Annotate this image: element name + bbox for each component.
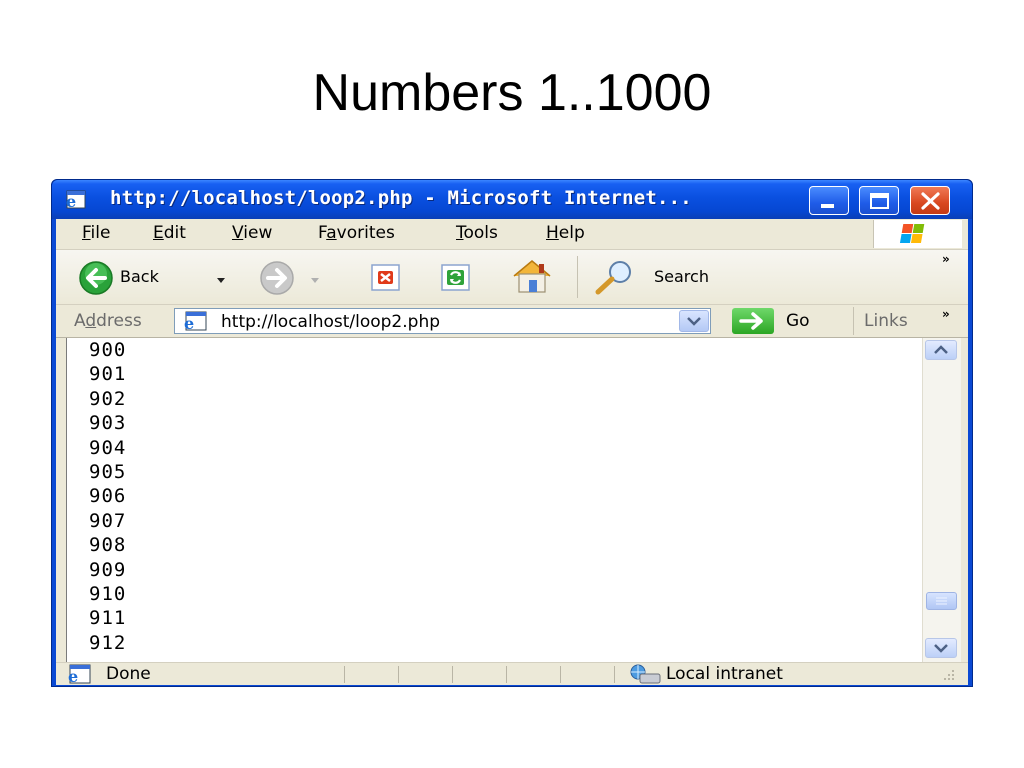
menu-file[interactable]: File <box>82 223 110 243</box>
menu-favorites[interactable]: Favorites <box>318 223 395 243</box>
window-title: http://localhost/loop2.php - Microsoft I… <box>110 187 692 209</box>
standard-toolbar: Back Search » <box>56 250 968 305</box>
address-dropdown-button[interactable] <box>679 310 709 332</box>
back-button[interactable]: Back <box>120 267 159 286</box>
status-pane-divider <box>560 666 561 683</box>
list-item: 912 <box>89 631 127 654</box>
scroll-down-button[interactable] <box>925 638 957 658</box>
back-icon[interactable] <box>78 260 114 301</box>
list-item: 904 <box>89 436 127 459</box>
status-pane-divider <box>344 666 345 683</box>
svg-text:e: e <box>68 667 78 685</box>
status-pane-divider <box>506 666 507 683</box>
maximize-button[interactable] <box>859 186 899 215</box>
go-arrow-icon <box>739 312 763 330</box>
list-item: 906 <box>89 485 127 508</box>
home-icon[interactable] <box>508 256 556 301</box>
list-item: 910 <box>89 582 127 605</box>
back-dropdown-icon[interactable] <box>216 272 226 290</box>
list-item: 905 <box>89 460 127 483</box>
number-list: 900 901 902 903 904 905 906 907 908 909 … <box>89 338 126 655</box>
svg-text:e: e <box>184 314 194 332</box>
chevron-down-icon <box>687 317 701 326</box>
list-item: 903 <box>89 412 127 435</box>
list-item: 900 <box>89 339 127 361</box>
address-input[interactable]: e http://localhost/loop2.php <box>174 308 711 334</box>
menu-help[interactable]: Help <box>546 223 585 243</box>
scroll-thumb[interactable] <box>926 592 957 610</box>
address-bar: Address e http://localhost/loop2.php Go <box>56 305 968 338</box>
menu-bar: File Edit View Favorites Tools Help <box>56 219 968 250</box>
page-icon: e <box>180 310 210 337</box>
refresh-icon[interactable] <box>440 262 472 299</box>
resize-grip-icon[interactable] <box>940 667 956 688</box>
links-overflow-icon[interactable]: » <box>942 307 950 321</box>
links-button[interactable]: Links <box>864 311 908 331</box>
title-bar[interactable]: e http://localhost/loop2.php - Microsoft… <box>52 180 972 219</box>
browser-window: e http://localhost/loop2.php - Microsoft… <box>51 179 973 687</box>
toolbar-separator <box>577 256 578 298</box>
chevron-up-icon <box>934 345 948 354</box>
address-url: http://localhost/loop2.php <box>221 312 441 332</box>
minimize-button[interactable] <box>809 186 849 215</box>
vertical-scrollbar[interactable] <box>922 338 961 662</box>
search-icon[interactable] <box>592 258 636 303</box>
forward-dropdown-icon[interactable] <box>310 272 320 290</box>
go-arrow-button[interactable] <box>732 308 774 334</box>
list-item: 911 <box>89 607 127 630</box>
list-item: 908 <box>89 534 127 557</box>
local-intranet-icon <box>626 663 662 690</box>
menu-tools[interactable]: Tools <box>456 223 498 243</box>
minimize-icon <box>821 204 834 208</box>
stop-icon[interactable] <box>370 262 402 299</box>
browser-client: File Edit View Favorites Tools Help Back… <box>56 219 968 688</box>
address-separator <box>853 307 854 335</box>
forward-icon[interactable] <box>259 260 295 301</box>
windows-logo <box>873 220 962 248</box>
slide-title: Numbers 1..1000 <box>312 64 712 122</box>
list-item: 902 <box>89 387 127 410</box>
status-bar: e Done Local intranet <box>56 662 968 688</box>
status-pane-divider <box>614 666 615 683</box>
go-button[interactable]: Go <box>786 311 810 331</box>
list-item: 901 <box>89 363 127 386</box>
security-zone: Local intranet <box>666 664 783 684</box>
status-pane-divider <box>452 666 453 683</box>
close-button[interactable] <box>910 186 950 215</box>
page-done-icon: e <box>64 663 94 690</box>
chevron-down-icon <box>934 644 948 653</box>
scroll-up-button[interactable] <box>925 340 957 360</box>
toolbar-overflow-icon[interactable]: » <box>942 252 950 266</box>
page-content: 900 901 902 903 904 905 906 907 908 909 … <box>66 338 923 662</box>
maximize-icon <box>870 193 889 209</box>
status-pane-divider <box>398 666 399 683</box>
close-icon <box>921 192 940 210</box>
grip-icon <box>936 597 947 605</box>
search-button[interactable]: Search <box>654 267 709 286</box>
address-label: Address <box>74 311 142 331</box>
svg-text:e: e <box>66 192 76 210</box>
menu-view[interactable]: View <box>232 223 272 243</box>
status-text: Done <box>106 664 151 684</box>
menu-edit[interactable]: Edit <box>153 223 186 243</box>
list-item: 909 <box>89 558 127 581</box>
list-item: 907 <box>89 509 127 532</box>
ie-page-icon: e <box>63 188 89 211</box>
